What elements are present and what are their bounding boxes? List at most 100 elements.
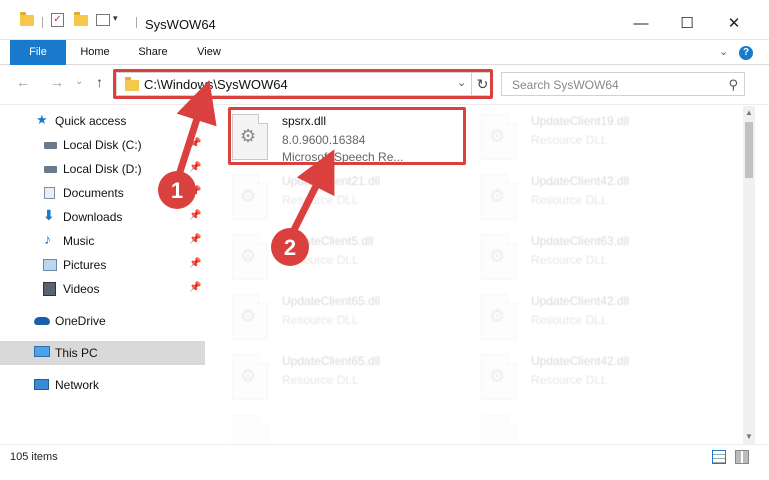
- file-type: Resource DLL: [531, 373, 608, 387]
- pin-icon[interactable]: 📌: [189, 234, 201, 245]
- forward-button[interactable]: →: [50, 74, 64, 90]
- file-type: Resource DLL: [282, 193, 359, 207]
- sidebar-item-downloads[interactable]: ⬇ Downloads 📌: [0, 205, 205, 229]
- sidebar-item-label: Local Disk (D:): [63, 162, 142, 176]
- file-type: Resource DLL: [531, 133, 608, 147]
- file-item[interactable]: ⚙ UpdateClient42.dll Resource DLL: [459, 170, 695, 228]
- dll-file-icon: ⚙: [232, 234, 268, 280]
- drive-icon: [44, 166, 57, 173]
- status-bar: 105 items: [0, 444, 769, 480]
- star-icon: ★: [36, 112, 48, 127]
- file-item[interactable]: ⚙ UpdateClient63.dll Resource DLL: [459, 230, 695, 288]
- up-button[interactable]: ↑: [96, 74, 103, 90]
- search-icon[interactable]: ⚲: [728, 77, 738, 93]
- view-options-icon[interactable]: [96, 14, 110, 26]
- file-type: Resource DLL: [282, 313, 359, 327]
- gear-icon: ⚙: [489, 306, 506, 326]
- file-name: UpdateClient65.dll: [282, 354, 381, 368]
- sidebar-item-label: This PC: [55, 346, 98, 360]
- search-box[interactable]: Search SysWOW64 ⚲: [501, 72, 745, 96]
- sidebar-item-label: Network: [55, 378, 100, 392]
- file-highlight-box: [228, 107, 466, 165]
- new-folder-icon[interactable]: [74, 12, 88, 26]
- sidebar-item-documents[interactable]: Documents 📌: [0, 181, 205, 205]
- file-name: UpdateClient42.dll: [531, 294, 630, 308]
- videos-icon: [43, 282, 56, 296]
- pin-icon[interactable]: 📌: [189, 162, 201, 173]
- dll-file-icon: [232, 414, 268, 444]
- sidebar-item-music[interactable]: ♪ Music 📌: [0, 229, 205, 253]
- gear-icon: ⚙: [240, 186, 257, 206]
- file-item[interactable]: ⚙ UpdateClient42.dll Resource DLL: [459, 290, 695, 348]
- gear-icon: ⚙: [489, 366, 506, 386]
- gear-icon: ⚙: [489, 246, 506, 266]
- properties-icon[interactable]: ✓: [51, 13, 64, 27]
- sidebar-item-videos[interactable]: Videos 📌: [0, 277, 205, 301]
- dll-file-icon: ⚙: [481, 294, 517, 340]
- file-name: UpdateClient65.dll: [282, 294, 381, 308]
- gear-icon: ⚙: [489, 126, 506, 146]
- file-type: Resource DLL: [531, 313, 608, 327]
- pictures-icon: [43, 259, 57, 271]
- scroll-down-icon[interactable]: ▼: [743, 430, 755, 444]
- sidebar-item-network[interactable]: Network: [0, 373, 205, 397]
- expand-ribbon-icon[interactable]: ⌄: [719, 45, 728, 58]
- customize-toolbar-icon[interactable]: ▾: [113, 13, 118, 24]
- pin-icon[interactable]: 📌: [189, 210, 201, 221]
- scrollbar-thumb[interactable]: [745, 122, 753, 178]
- sidebar-item-pictures[interactable]: Pictures 📌: [0, 253, 205, 277]
- large-icons-view-icon[interactable]: [735, 450, 749, 464]
- pin-icon[interactable]: 📌: [189, 138, 201, 149]
- sidebar-item-onedrive[interactable]: OneDrive: [0, 309, 205, 333]
- back-button[interactable]: ←: [16, 74, 30, 90]
- close-button[interactable]: ✕: [714, 10, 754, 36]
- sidebar-item-quick-access[interactable]: ★ Quick access: [0, 109, 205, 133]
- file-item[interactable]: [459, 410, 695, 444]
- recent-locations-button[interactable]: ⌄: [75, 76, 83, 87]
- file-type: Resource DLL: [282, 253, 359, 267]
- help-icon[interactable]: ?: [739, 46, 753, 60]
- file-item[interactable]: ⚙ UpdateClient5.dll Resource DLL: [210, 230, 446, 288]
- tab-home[interactable]: Home: [72, 40, 118, 65]
- file-item[interactable]: [210, 410, 446, 444]
- dll-file-icon: ⚙: [481, 354, 517, 400]
- file-type: Resource DLL: [531, 253, 608, 267]
- vertical-scrollbar[interactable]: ▲ ▼: [743, 106, 755, 444]
- gear-icon: ⚙: [240, 306, 257, 326]
- tab-file[interactable]: File: [10, 40, 66, 65]
- file-item[interactable]: ⚙ UpdateClient65.dll Resource DLL: [210, 290, 446, 348]
- file-type: Resource DLL: [531, 193, 608, 207]
- details-view-icon[interactable]: [712, 450, 726, 464]
- file-name: UpdateClient5.dll: [282, 234, 374, 248]
- tab-view[interactable]: View: [186, 40, 232, 65]
- file-item[interactable]: ⚙ UpdateClient21.dll Resource DLL: [210, 170, 446, 228]
- sidebar-item-label: Downloads: [63, 210, 123, 224]
- divider: [42, 17, 43, 28]
- tab-share[interactable]: Share: [130, 40, 176, 65]
- dll-file-icon: [481, 414, 517, 444]
- music-icon: ♪: [44, 231, 51, 247]
- sidebar-item-local-disk-d[interactable]: Local Disk (D:) 📌: [0, 157, 205, 181]
- dll-file-icon: ⚙: [232, 294, 268, 340]
- file-item[interactable]: ⚙ UpdateClient19.dll Resource DLL: [459, 110, 695, 168]
- search-input[interactable]: Search SysWOW64: [512, 78, 619, 92]
- gear-icon: ⚙: [489, 186, 506, 206]
- pin-icon[interactable]: 📌: [189, 258, 201, 269]
- dll-file-icon: ⚙: [232, 174, 268, 220]
- sidebar-item-this-pc[interactable]: This PC: [0, 341, 205, 365]
- file-list: ⚙ spsrx.dll 8.0.9600.16384 Microsoft Spe…: [205, 106, 743, 444]
- pin-icon[interactable]: 📌: [189, 186, 201, 197]
- scroll-up-icon[interactable]: ▲: [743, 106, 755, 120]
- dll-file-icon: ⚙: [232, 354, 268, 400]
- file-item[interactable]: ⚙ UpdateClient65.dll Resource DLL: [210, 350, 446, 408]
- file-name: UpdateClient63.dll: [531, 234, 630, 248]
- pin-icon[interactable]: 📌: [189, 282, 201, 293]
- download-icon: ⬇: [43, 207, 55, 223]
- file-type: Resource DLL: [282, 373, 359, 387]
- sidebar-item-local-disk-c[interactable]: Local Disk (C:) 📌: [0, 133, 205, 157]
- network-icon: [34, 379, 49, 390]
- file-item[interactable]: ⚙ UpdateClient42.dll Resource DLL: [459, 350, 695, 408]
- maximize-button[interactable]: ☐: [667, 10, 707, 36]
- divider: [136, 17, 137, 28]
- minimize-button[interactable]: —: [621, 10, 661, 36]
